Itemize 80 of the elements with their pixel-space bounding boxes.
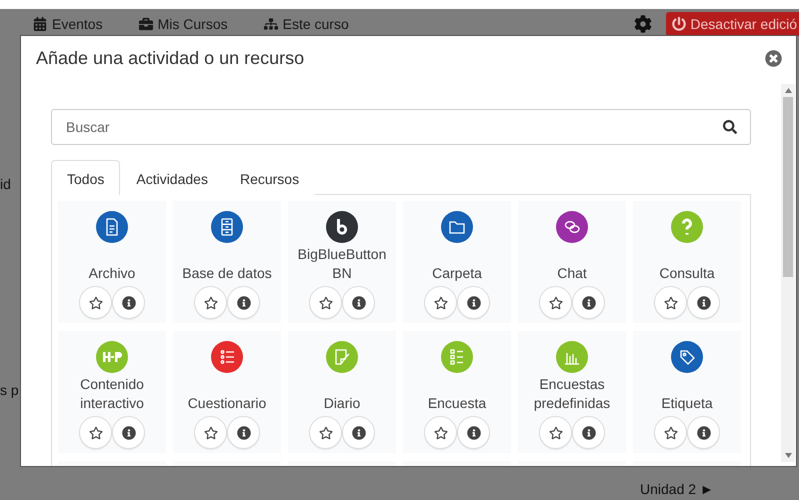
nav-link[interactable]: Mis Cursos [138, 16, 228, 32]
star-icon [664, 426, 678, 440]
info-icon [696, 296, 710, 310]
activity-name[interactable]: Base de datos [178, 243, 276, 283]
star-button[interactable] [309, 286, 342, 319]
info-button[interactable] [687, 416, 720, 449]
page-text: id [0, 176, 11, 192]
activity-name[interactable]: Carpeta [428, 243, 486, 283]
star-button[interactable] [539, 286, 572, 319]
search-icon[interactable] [723, 120, 737, 134]
page-text: s p [0, 382, 19, 398]
next-section-link[interactable]: Unidad 2 ► [640, 481, 714, 497]
info-icon [236, 426, 250, 440]
star-icon [204, 296, 218, 310]
edit-mode-button[interactable]: Desactivar edició [666, 12, 799, 36]
info-button[interactable] [457, 286, 490, 319]
activity-name[interactable]: Chat [553, 243, 591, 283]
info-button[interactable] [572, 286, 605, 319]
info-button[interactable] [342, 286, 375, 319]
star-button[interactable] [424, 286, 457, 319]
briefcase-icon [138, 17, 153, 31]
info-icon [352, 296, 366, 310]
scroll-up-icon[interactable] [784, 88, 792, 93]
star-button[interactable] [79, 286, 112, 319]
star-button[interactable] [194, 416, 227, 449]
star-icon [88, 296, 102, 310]
star-button[interactable] [654, 416, 687, 449]
info-icon [582, 296, 596, 310]
info-icon [236, 296, 250, 310]
dialog-title: Añade una actividad o un recurso [36, 48, 304, 68]
activity-name[interactable]: Consulta [655, 243, 719, 283]
star-icon [548, 426, 562, 440]
star-icon [434, 296, 448, 310]
star-button[interactable] [654, 286, 687, 319]
activity-name[interactable]: Diario [320, 373, 364, 413]
tab[interactable]: Todos [51, 160, 120, 195]
scrollbar[interactable] [781, 84, 795, 462]
info-button[interactable] [572, 416, 605, 449]
star-icon [318, 426, 332, 440]
info-icon [122, 296, 136, 310]
info-button[interactable] [342, 416, 375, 449]
activity-name[interactable]: Etiqueta [657, 373, 717, 413]
activity-name[interactable]: Encuestas predefinidas [518, 373, 626, 413]
info-icon [696, 426, 710, 440]
calendar-icon [33, 17, 47, 31]
star-button[interactable] [424, 416, 457, 449]
power-icon [672, 17, 686, 31]
info-button[interactable] [112, 286, 145, 319]
star-button[interactable] [194, 286, 227, 319]
star-button[interactable] [309, 416, 342, 449]
star-icon [434, 426, 448, 440]
info-button[interactable] [457, 416, 490, 449]
info-icon [466, 426, 480, 440]
info-button[interactable] [227, 286, 260, 319]
star-icon [548, 296, 562, 310]
info-button[interactable] [112, 416, 145, 449]
nav-link[interactable]: Eventos [33, 16, 103, 32]
info-icon [352, 426, 366, 440]
sitemap-icon [264, 17, 278, 31]
activity-name[interactable]: Encuesta [424, 373, 490, 413]
activity-name[interactable]: BigBlueButton BN [288, 243, 396, 283]
activity-name[interactable]: Cuestionario [184, 373, 270, 413]
star-icon [204, 426, 218, 440]
search-field[interactable]: Buscar [51, 109, 751, 145]
nav-link[interactable]: Este curso [264, 16, 349, 32]
star-icon [318, 296, 332, 310]
close-button[interactable] [765, 50, 782, 66]
star-icon [664, 296, 678, 310]
star-button[interactable] [79, 416, 112, 449]
star-icon [88, 426, 102, 440]
scroll-down-icon[interactable] [784, 453, 792, 458]
info-icon [582, 426, 596, 440]
settings-icon[interactable] [634, 15, 652, 33]
star-button[interactable] [539, 416, 572, 449]
info-button[interactable] [687, 286, 720, 319]
activity-name[interactable]: Archivo [84, 243, 140, 283]
activity-name[interactable]: Contenido interactivo [58, 373, 166, 413]
info-icon [466, 296, 480, 310]
info-button[interactable] [227, 416, 260, 449]
info-icon [122, 426, 136, 440]
